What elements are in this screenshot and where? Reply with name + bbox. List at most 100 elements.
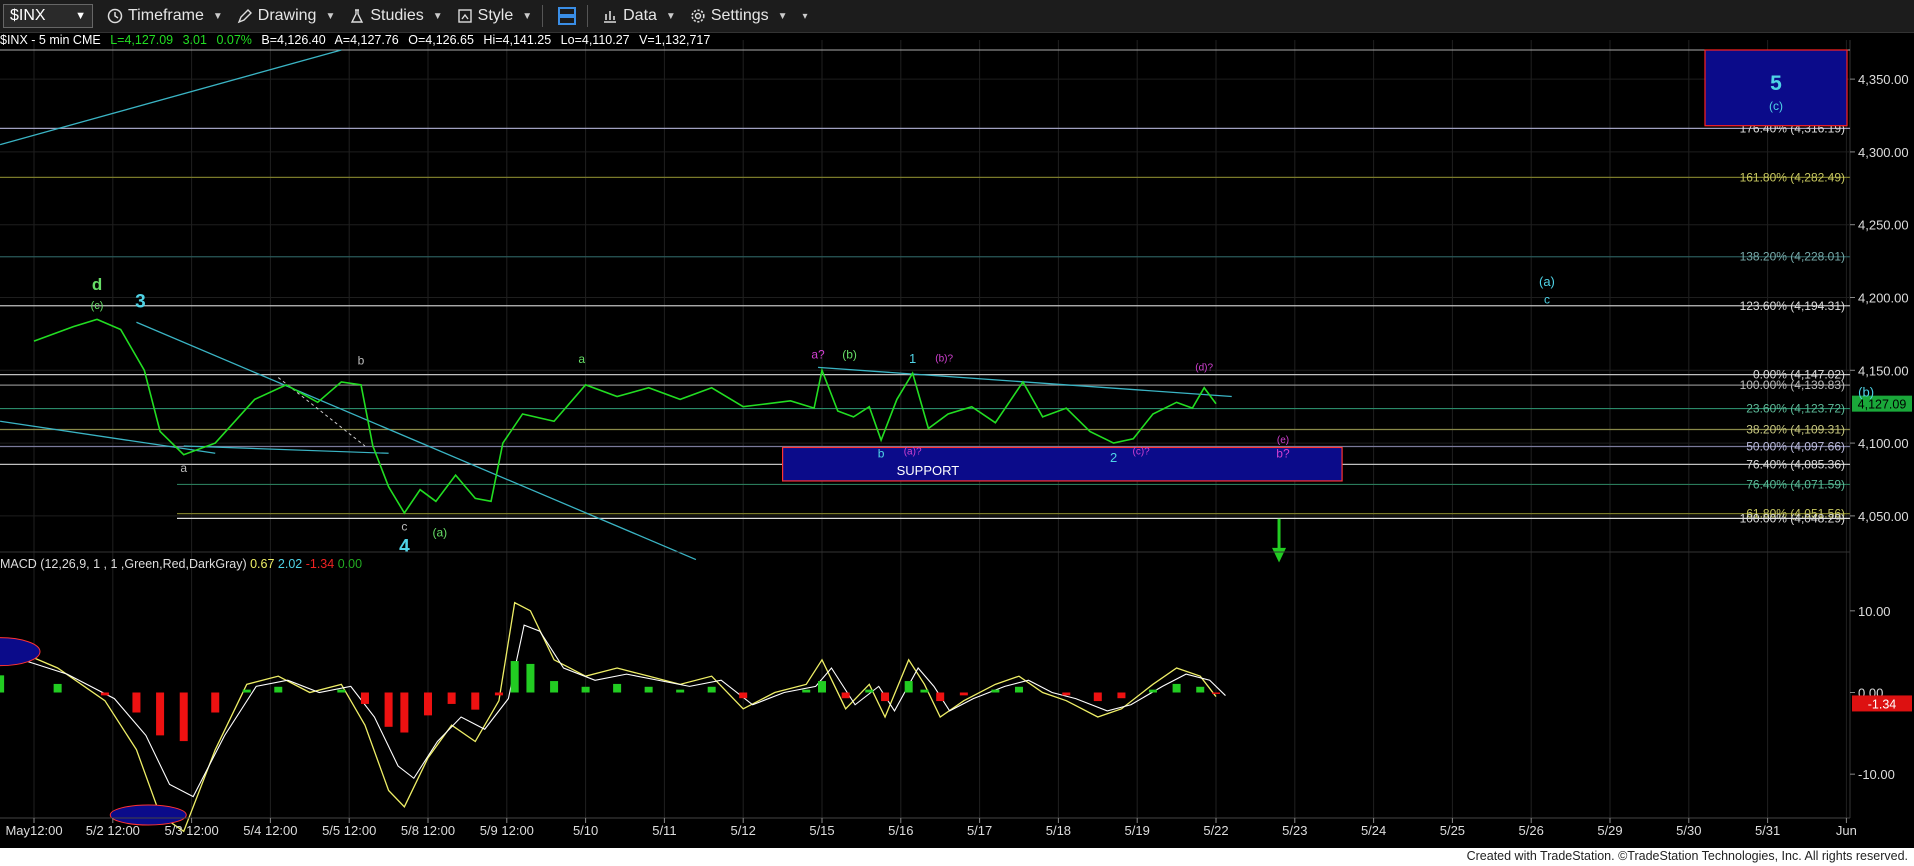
style-label: Style <box>477 7 514 24</box>
x-axis-label: Jun <box>1836 823 1857 838</box>
x-axis-label: 5/23 <box>1282 823 1307 838</box>
high-price: Hi=4,141.25 <box>483 33 552 47</box>
macd-axis-label: 10.00 <box>1858 604 1891 619</box>
fib-level-label: 23.60% (4,123.72) <box>1746 402 1845 416</box>
x-axis-label: 5/29 <box>1597 823 1622 838</box>
wave-label: a <box>180 461 187 475</box>
macd-histogram-bar <box>550 681 559 693</box>
layout-button[interactable] <box>557 6 577 26</box>
y-axis-label: 4,200.00 <box>1858 291 1909 306</box>
macd-histogram-bar <box>274 686 283 693</box>
drawing-button[interactable]: Drawing ▼ <box>237 7 336 25</box>
x-axis-label: 5/15 <box>809 823 834 838</box>
macd-last-label: -1.34 <box>1868 697 1897 711</box>
macd-histogram-bar <box>179 692 188 742</box>
macd-histogram-bar <box>802 689 811 693</box>
wave-label: (a) <box>432 525 447 539</box>
wave-label: (a)? <box>904 447 922 458</box>
wave-label: a? <box>811 348 825 362</box>
macd-histogram-bar <box>865 689 874 693</box>
wave-label: (e) <box>1277 435 1289 446</box>
wave-label: 2 <box>1110 450 1117 465</box>
data-button[interactable]: Data ▼ <box>602 7 676 25</box>
bar-chart-icon <box>604 11 617 23</box>
last-price: L=4,127.09 <box>110 33 174 47</box>
data-label: Data <box>623 7 657 24</box>
fib-level-label: 76.40% (4,071.59) <box>1746 477 1845 491</box>
pencil-icon <box>237 9 252 24</box>
wave-label: (b) <box>842 348 857 362</box>
bid-price: B=4,126.40 <box>261 33 326 47</box>
macd-legend-value: -1.34 <box>306 557 338 571</box>
x-axis-label: 5/16 <box>888 823 913 838</box>
macd-histogram-bar <box>400 692 409 733</box>
macd-histogram-bar <box>920 689 929 693</box>
macd-histogram-bar <box>676 689 685 693</box>
support-zone-box <box>781 446 1343 482</box>
fib-level-label: 100.00% (4,139.83) <box>1740 378 1845 392</box>
percent-change: 0.07% <box>216 33 252 47</box>
wave-label: b <box>878 447 885 461</box>
low-price: Lo=4,110.27 <box>560 33 630 47</box>
down-arrow-head-icon <box>1272 547 1287 563</box>
x-axis-label: 5/19 <box>1125 823 1150 838</box>
macd-histogram-bar <box>1062 692 1071 696</box>
symbol-text: $INX <box>10 7 46 24</box>
macd-histogram-bar <box>1117 692 1126 699</box>
trend-line-channel <box>136 321 697 561</box>
macd-histogram-bar <box>904 681 913 693</box>
wave-label: b <box>358 353 365 367</box>
more-icon: ▾ <box>802 10 808 22</box>
style-button[interactable]: Style ▼ <box>457 7 532 25</box>
symbol-description: $INX - 5 min CME <box>0 33 101 47</box>
x-axis-label: 5/24 <box>1361 823 1386 838</box>
footer: Created with TradeStation. ©TradeStation… <box>0 848 1914 866</box>
macd-histogram-bar <box>1212 692 1220 694</box>
copyright-text: Created with TradeStation. ©TradeStation… <box>1466 849 1908 863</box>
macd-histogram-bar <box>936 692 945 702</box>
x-axis-label: 5/26 <box>1519 823 1544 838</box>
fib-level-label: 50.00% (4,097.66) <box>1746 439 1845 453</box>
x-axis-label: 5/5 12:00 <box>322 823 376 838</box>
x-axis-label: 5/17 <box>967 823 992 838</box>
chevron-down-icon[interactable]: ▼ <box>75 10 86 22</box>
macd-legend-value: 2.02 <box>278 557 306 571</box>
chevron-down-icon: ▼ <box>522 10 533 22</box>
macd-histogram-bar <box>242 689 251 693</box>
wave-label: a <box>578 352 585 366</box>
fib-level-label: 138.20% (4,228.01) <box>1740 250 1845 264</box>
macd-histogram-bar <box>526 663 535 693</box>
x-axis-label: 5/4 12:00 <box>243 823 297 838</box>
price-chart[interactable]: 4,350.00 4,300.00 4,250.00 4,200.00 4,150.00… <box>0 0 1914 866</box>
macd-histogram-bar <box>360 692 369 704</box>
macd-histogram-bar <box>0 675 5 693</box>
wave-label: (c)? <box>1133 447 1151 458</box>
y-axis-label: 4,150.00 <box>1858 363 1909 378</box>
macd-histogram-bar <box>384 692 393 727</box>
chevron-down-icon: ▼ <box>432 10 443 22</box>
wave-label: (b) <box>1858 385 1874 400</box>
macd-histogram-bar <box>156 692 165 736</box>
macd-histogram-bar <box>1148 689 1157 693</box>
x-axis-label: May12:00 <box>5 823 62 838</box>
wave-label: (c) <box>91 300 104 312</box>
wave-label: 3 <box>135 292 146 313</box>
status-line: $INX - 5 min CME L=4,127.09 3.01 0.07% B… <box>0 33 716 49</box>
macd-legend-value: MACD (12,26,9, 1 , 1 ,Green,Red,DarkGray… <box>0 557 250 571</box>
settings-button[interactable]: Settings ▼ ▾ <box>690 7 808 25</box>
timeframe-button[interactable]: Timeframe ▼ <box>107 7 223 25</box>
wave-label: b? <box>1276 447 1290 461</box>
symbol-input[interactable]: $INX ▼ <box>3 4 93 28</box>
macd-histogram-bar <box>100 692 109 696</box>
macd-histogram-bar <box>424 692 432 716</box>
wave-label: (b)? <box>935 354 953 365</box>
x-axis-label: 5/25 <box>1440 823 1465 838</box>
macd-histogram-bar <box>707 686 716 693</box>
x-axis-label: 5/30 <box>1676 823 1701 838</box>
macd-histogram-bar <box>1015 686 1023 693</box>
macd-histogram-bar <box>53 683 62 693</box>
studies-button[interactable]: Studies ▼ <box>349 7 443 25</box>
fib-level-label: 76.40% (4,085.36) <box>1746 457 1845 471</box>
chevron-down-icon: ▼ <box>325 10 336 22</box>
x-axis-label: 5/9 12:00 <box>480 823 534 838</box>
